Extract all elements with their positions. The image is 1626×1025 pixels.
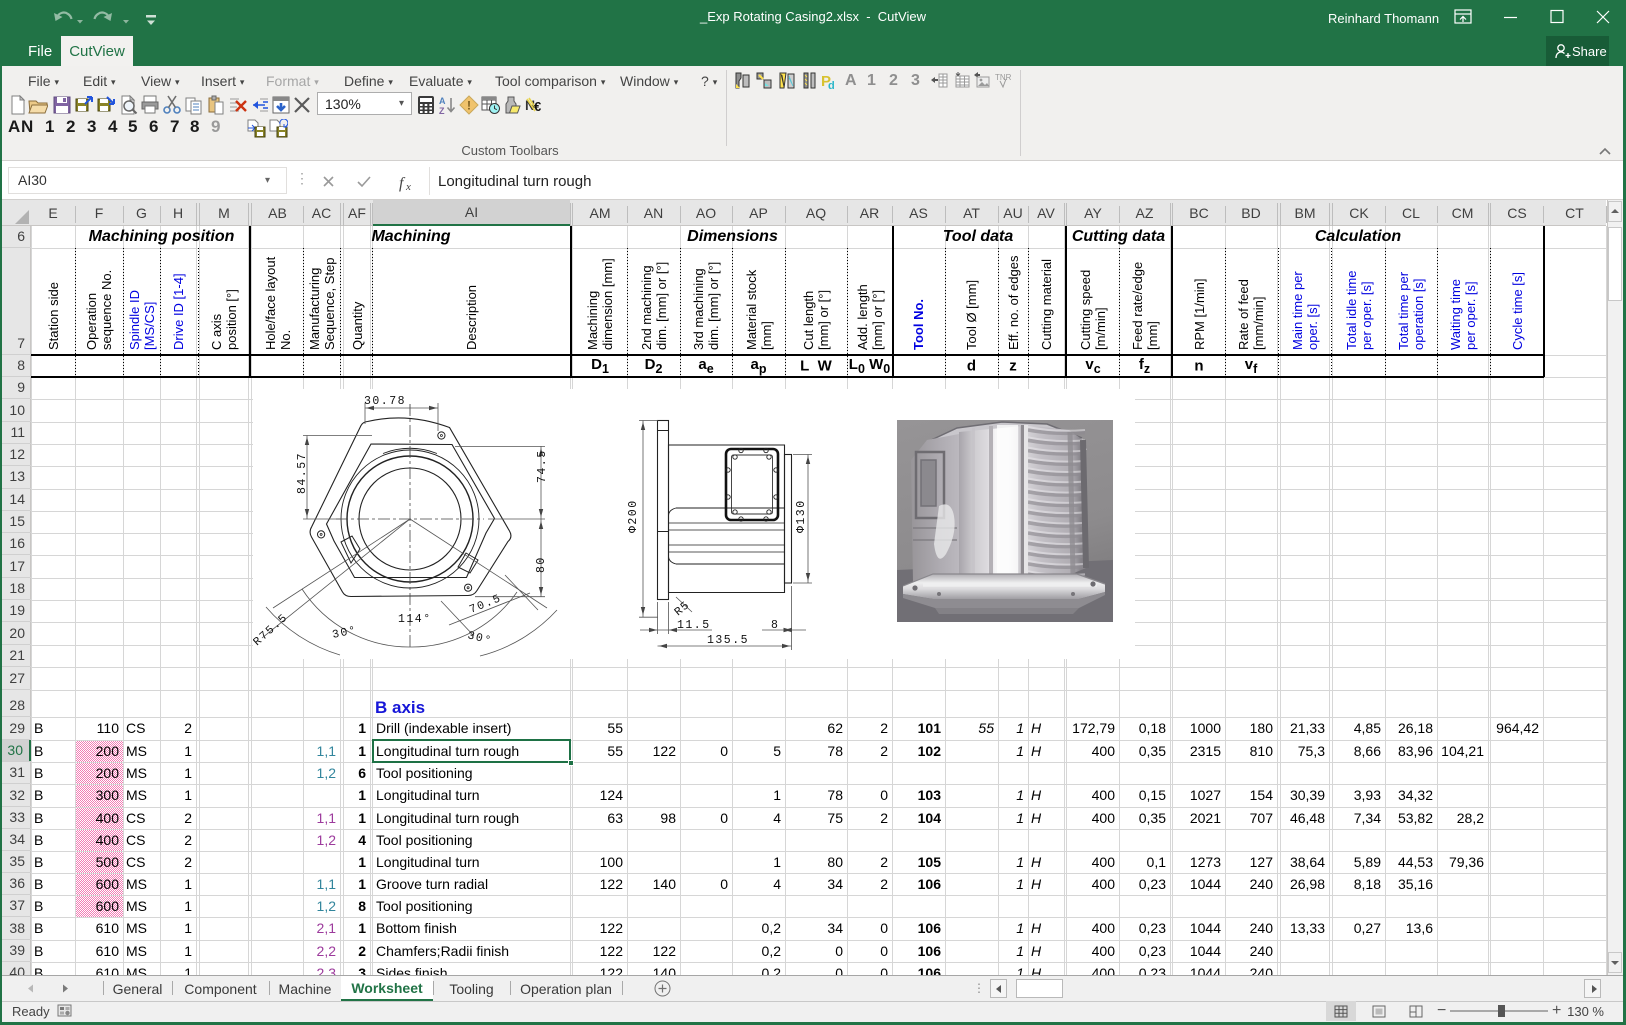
svg-text:Φ200: Φ200 <box>627 499 640 533</box>
svg-text:74.5: 74.5 <box>536 449 549 483</box>
svg-text:135.5: 135.5 <box>707 634 749 647</box>
svg-text:30°: 30° <box>331 624 358 642</box>
svg-text:11.5: 11.5 <box>677 619 711 632</box>
svg-text:f: f <box>399 175 406 192</box>
svg-text:8: 8 <box>771 619 779 632</box>
svg-text:x: x <box>405 181 411 193</box>
svg-text:R5: R5 <box>672 599 692 619</box>
svg-text:A: A <box>439 96 446 106</box>
svg-text:d: d <box>828 80 835 90</box>
svg-text:114°: 114° <box>398 613 432 626</box>
svg-text:80: 80 <box>535 556 548 573</box>
svg-text:30°: 30° <box>466 629 494 648</box>
svg-text:TNR: TNR <box>995 73 1012 82</box>
svg-text:Z: Z <box>439 106 445 115</box>
svg-text:!: ! <box>467 99 471 113</box>
svg-text:30.78: 30.78 <box>364 395 406 408</box>
svg-text:R75.5: R75.5 <box>253 611 291 649</box>
svg-text:84.57: 84.57 <box>296 452 309 494</box>
svg-text:Φ130: Φ130 <box>795 499 808 533</box>
svg-text:€: € <box>534 99 541 114</box>
